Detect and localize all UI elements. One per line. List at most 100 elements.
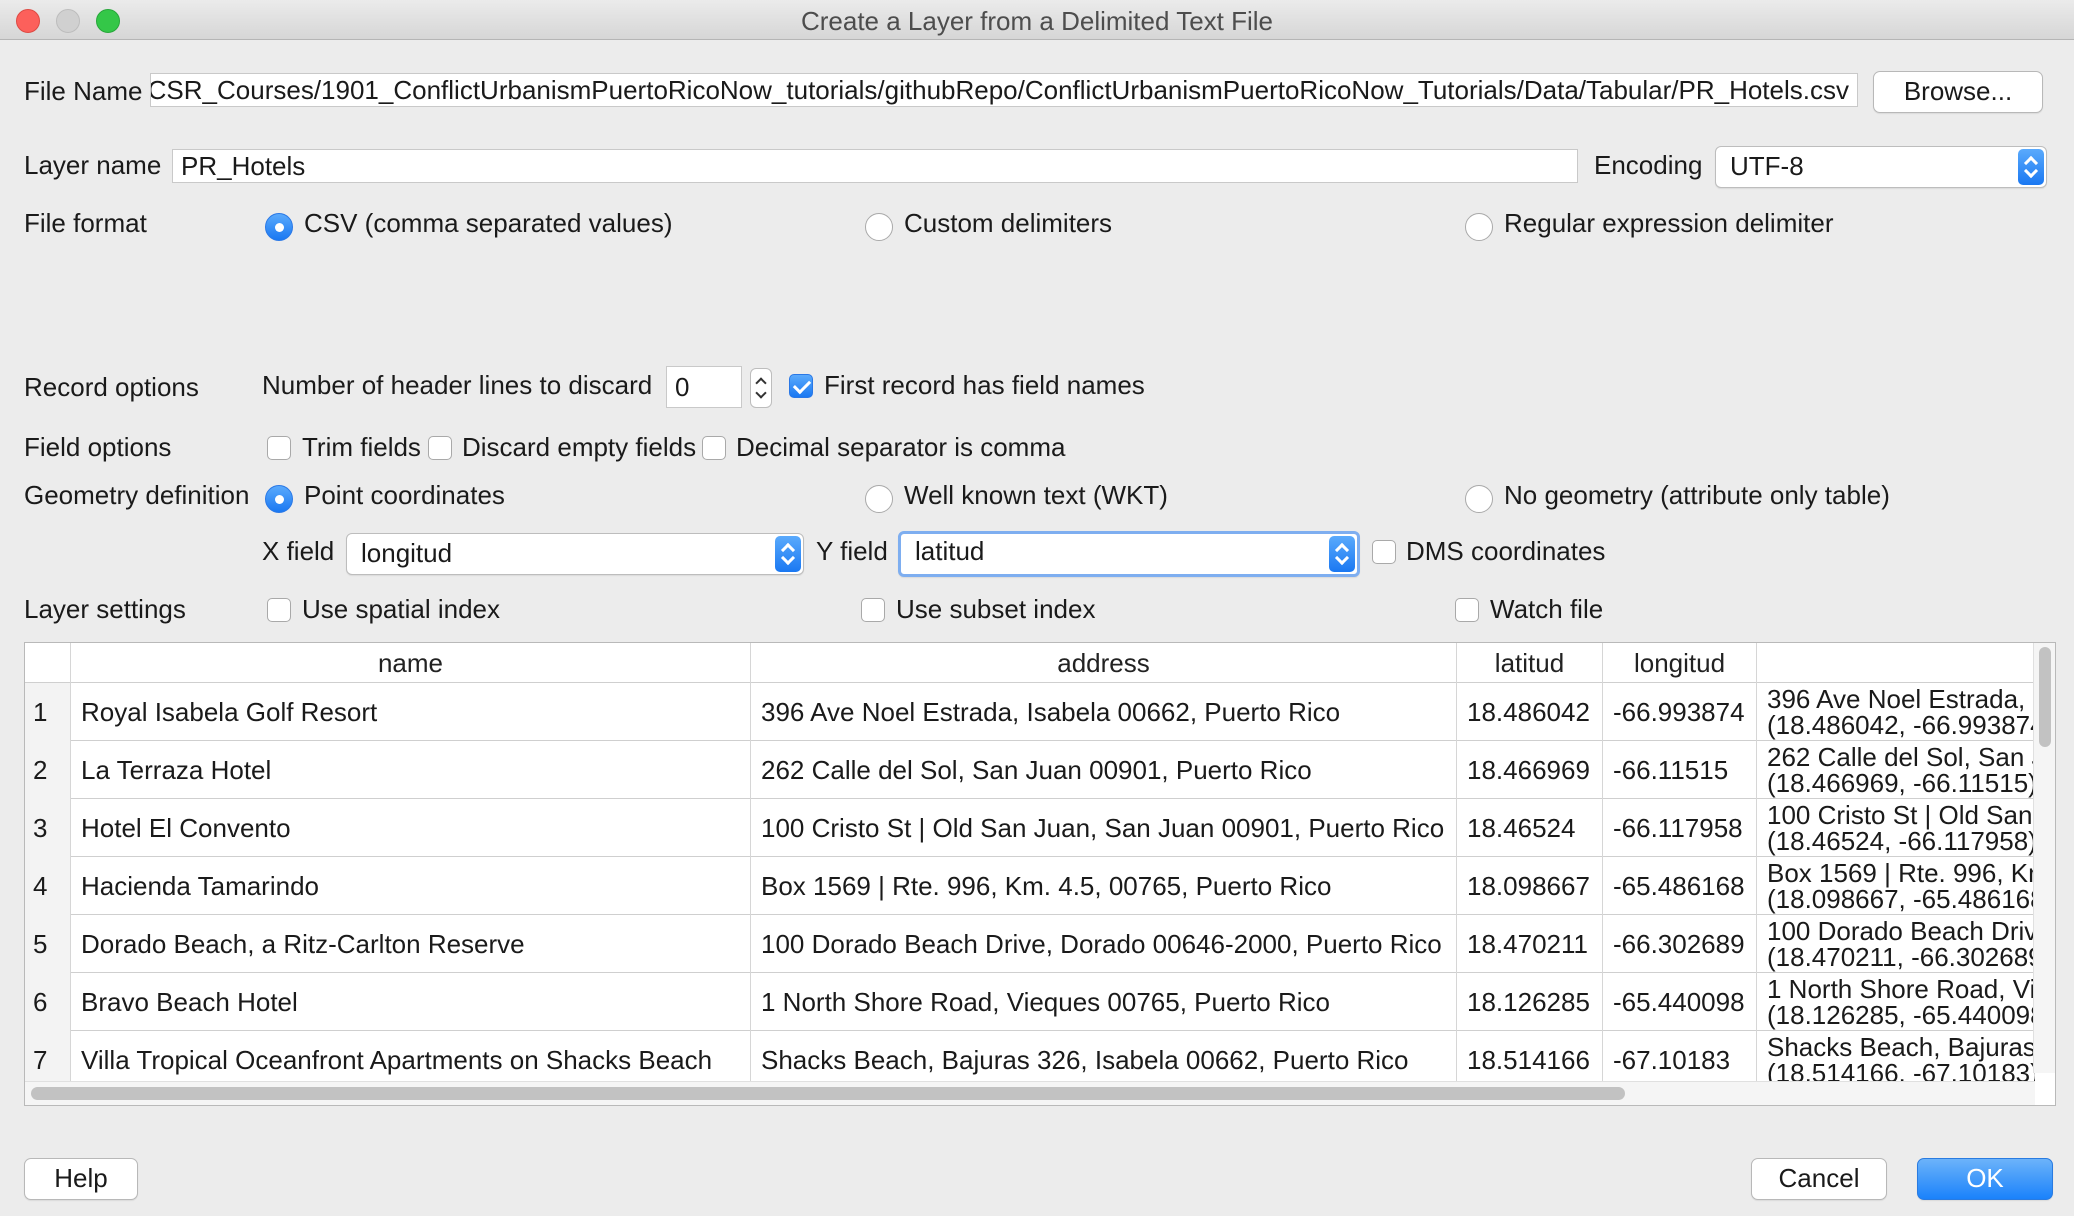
radio-no-geometry[interactable] bbox=[1465, 485, 1493, 513]
cell-extra-line2: (18.486042, -66.993874) bbox=[1767, 710, 2035, 740]
discard-empty-label: Discard empty fields bbox=[462, 432, 697, 462]
row-number[interactable]: 5 bbox=[25, 915, 71, 973]
cancel-button[interactable]: Cancel bbox=[1751, 1158, 1887, 1200]
y-field-label: Y field bbox=[816, 536, 888, 566]
cell-name[interactable]: Hotel El Convento bbox=[71, 799, 751, 857]
help-button[interactable]: Help bbox=[24, 1158, 138, 1200]
cell-latitud[interactable]: 18.126285 bbox=[1457, 973, 1603, 1031]
vertical-scrollbar[interactable] bbox=[2033, 643, 2055, 1073]
cell-longitud[interactable]: -66.117958 bbox=[1603, 799, 1757, 857]
table-row[interactable]: 1 Royal Isabela Golf Resort 396 Ave Noel E… bbox=[25, 683, 2035, 741]
cell-latitud[interactable]: 18.098667 bbox=[1457, 857, 1603, 915]
subset-index-label: Use subset index bbox=[896, 594, 1096, 624]
cell-address[interactable]: 262 Calle del Sol, San Juan 00901, Puert… bbox=[751, 741, 1457, 799]
browse-button[interactable]: Browse... bbox=[1873, 71, 2043, 113]
row-number[interactable]: 4 bbox=[25, 857, 71, 915]
geometry-definition-label: Geometry definition bbox=[24, 480, 250, 510]
cell-name[interactable]: Bravo Beach Hotel bbox=[71, 973, 751, 1031]
cell-name[interactable]: Hacienda Tamarindo bbox=[71, 857, 751, 915]
cell-latitud[interactable]: 18.46524 bbox=[1457, 799, 1603, 857]
row-number[interactable]: 2 bbox=[25, 741, 71, 799]
cell-longitud[interactable]: -65.440098 bbox=[1603, 973, 1757, 1031]
cell-extra[interactable]: 100 Dorado Beach Drive (18.470211, -66.30… bbox=[1757, 915, 2035, 973]
cell-longitud[interactable]: -66.993874 bbox=[1603, 683, 1757, 741]
column-header-latitud[interactable]: latitud bbox=[1457, 643, 1603, 683]
cell-name[interactable]: La Terraza Hotel bbox=[71, 741, 751, 799]
x-field-select[interactable]: longitud bbox=[346, 533, 804, 575]
row-number[interactable]: 1 bbox=[25, 683, 71, 741]
cell-longitud[interactable]: -65.486168 bbox=[1603, 857, 1757, 915]
radio-no-geometry-label: No geometry (attribute only table) bbox=[1504, 480, 1890, 510]
vertical-scroll-thumb[interactable] bbox=[2039, 647, 2051, 747]
column-header-extra[interactable] bbox=[1757, 643, 2035, 683]
horizontal-scroll-thumb[interactable] bbox=[31, 1087, 1625, 1100]
cell-extra-line2: (18.470211, -66.302689) bbox=[1767, 942, 2035, 972]
cell-longitud[interactable]: -66.11515 bbox=[1603, 741, 1757, 799]
cell-extra-line1: 396 Ave Noel Estrada, Is bbox=[1767, 684, 2035, 714]
table-row[interactable]: 4 Hacienda Tamarindo Box 1569 | Rte. 996, … bbox=[25, 857, 2035, 915]
chevron-updown-icon bbox=[1329, 536, 1355, 572]
table-row[interactable]: 2 La Terraza Hotel 262 Calle del Sol, San … bbox=[25, 741, 2035, 799]
cell-address[interactable]: 100 Cristo St | Old San Juan, San Juan 0… bbox=[751, 799, 1457, 857]
trim-fields-checkbox[interactable] bbox=[267, 436, 291, 460]
table-row[interactable]: 5 Dorado Beach, a Ritz-Carlton Reserve 100… bbox=[25, 915, 2035, 973]
first-record-checkbox[interactable] bbox=[789, 374, 813, 398]
discard-empty-checkbox[interactable] bbox=[428, 436, 452, 460]
field-options-label: Field options bbox=[24, 432, 172, 462]
layer-name-label: Layer name bbox=[24, 150, 162, 180]
layer-name-field[interactable]: PR_Hotels bbox=[172, 149, 1578, 183]
file-name-field[interactable]: CSR_Courses/1901_ConflictUrbanismPuertoR… bbox=[150, 73, 1858, 107]
radio-csv[interactable] bbox=[265, 213, 293, 241]
cell-extra-line2: (18.126285, -65.440098) bbox=[1767, 1000, 2035, 1030]
cell-address[interactable]: Box 1569 | Rte. 996, Km. 4.5, 00765, Pue… bbox=[751, 857, 1457, 915]
cell-name[interactable]: Dorado Beach, a Ritz-Carlton Reserve bbox=[71, 915, 751, 973]
radio-wkt[interactable] bbox=[865, 485, 893, 513]
ok-button[interactable]: OK bbox=[1917, 1158, 2053, 1200]
spatial-index-checkbox[interactable] bbox=[267, 598, 291, 622]
header-lines-label: Number of header lines to discard bbox=[262, 370, 653, 400]
cell-name[interactable]: Royal Isabela Golf Resort bbox=[71, 683, 751, 741]
column-header-address[interactable]: address bbox=[751, 643, 1457, 683]
table-row[interactable]: 6 Bravo Beach Hotel 1 North Shore Road, Vi… bbox=[25, 973, 2035, 1031]
cell-latitud[interactable]: 18.470211 bbox=[1457, 915, 1603, 973]
radio-custom-delimiters[interactable] bbox=[865, 213, 893, 241]
preview-table[interactable]: name address latitud longitud 1 Royal Isa… bbox=[24, 642, 2056, 1106]
cell-extra-line2: (18.466969, -66.11515) bbox=[1767, 768, 2035, 798]
table-header-corner bbox=[25, 643, 71, 683]
dms-coordinates-label: DMS coordinates bbox=[1406, 536, 1606, 566]
cell-extra-line2: (18.46524, -66.117958) bbox=[1767, 826, 2035, 856]
column-header-name[interactable]: name bbox=[71, 643, 751, 683]
cell-extra[interactable]: 1 North Shore Road, Vie (18.126285, -65.4… bbox=[1757, 973, 2035, 1031]
spatial-index-label: Use spatial index bbox=[302, 594, 500, 624]
row-number[interactable]: 3 bbox=[25, 799, 71, 857]
radio-custom-delimiters-label: Custom delimiters bbox=[904, 208, 1113, 238]
column-header-longitud[interactable]: longitud bbox=[1603, 643, 1757, 683]
subset-index-checkbox[interactable] bbox=[861, 598, 885, 622]
file-name-value: CSR_Courses/1901_ConflictUrbanismPuertoR… bbox=[150, 75, 1849, 105]
cell-extra[interactable]: 100 Cristo St | Old San J (18.46524, -66.… bbox=[1757, 799, 2035, 857]
header-lines-stepper[interactable] bbox=[750, 368, 772, 408]
radio-regex-delimiter[interactable] bbox=[1465, 213, 1493, 241]
table-row[interactable]: 3 Hotel El Convento 100 Cristo St | Old Sa… bbox=[25, 799, 2035, 857]
cell-address[interactable]: 100 Dorado Beach Drive, Dorado 00646-200… bbox=[751, 915, 1457, 973]
encoding-label: Encoding bbox=[1594, 150, 1703, 180]
radio-csv-label: CSV (comma separated values) bbox=[304, 208, 673, 238]
cell-extra[interactable]: 396 Ave Noel Estrada, Is (18.486042, -66.… bbox=[1757, 683, 2035, 741]
cell-address[interactable]: 396 Ave Noel Estrada, Isabela 00662, Pue… bbox=[751, 683, 1457, 741]
radio-point-coordinates[interactable] bbox=[265, 485, 293, 513]
cell-longitud[interactable]: -66.302689 bbox=[1603, 915, 1757, 973]
cell-address[interactable]: 1 North Shore Road, Vieques 00765, Puert… bbox=[751, 973, 1457, 1031]
decimal-comma-checkbox[interactable] bbox=[702, 436, 726, 460]
y-field-select[interactable]: latitud bbox=[898, 531, 1360, 577]
encoding-select[interactable]: UTF-8 bbox=[1715, 146, 2047, 188]
dms-coordinates-checkbox[interactable] bbox=[1372, 540, 1396, 564]
cell-extra[interactable]: 262 Calle del Sol, San Ju (18.466969, -66… bbox=[1757, 741, 2035, 799]
row-number[interactable]: 6 bbox=[25, 973, 71, 1031]
cell-latitud[interactable]: 18.466969 bbox=[1457, 741, 1603, 799]
cell-extra[interactable]: Box 1569 | Rte. 996, Km (18.098667, -65.4… bbox=[1757, 857, 2035, 915]
cell-latitud[interactable]: 18.486042 bbox=[1457, 683, 1603, 741]
watch-file-label: Watch file bbox=[1490, 594, 1604, 624]
horizontal-scrollbar[interactable] bbox=[25, 1081, 2035, 1105]
watch-file-checkbox[interactable] bbox=[1455, 598, 1479, 622]
header-lines-input[interactable]: 0 bbox=[666, 366, 742, 408]
